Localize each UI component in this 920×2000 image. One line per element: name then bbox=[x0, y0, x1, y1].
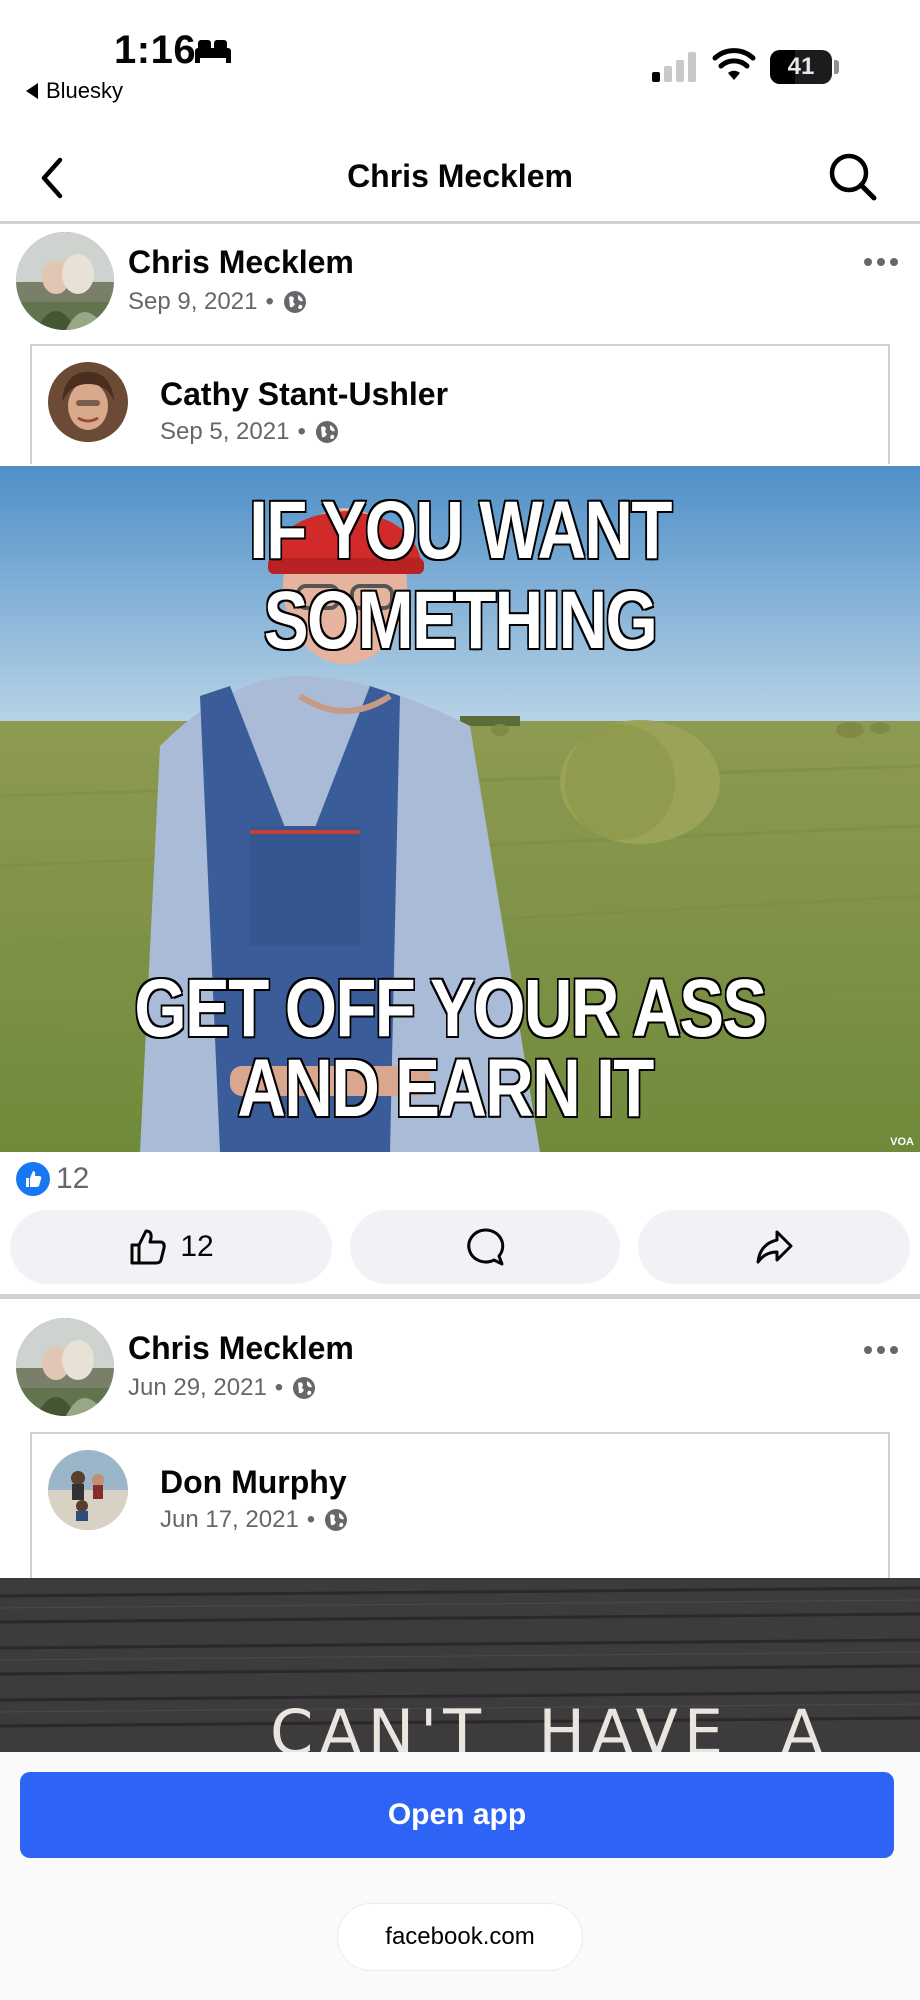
avatar[interactable] bbox=[16, 1318, 114, 1416]
post-image[interactable]: CAN'T HAVE A bbox=[0, 1578, 920, 1752]
url-bar[interactable]: facebook.com bbox=[338, 1904, 582, 1970]
post-divider bbox=[0, 1294, 920, 1299]
post-meta: Sep 9, 2021 • bbox=[128, 288, 308, 316]
letterboard-text: CAN'T HAVE A bbox=[270, 1696, 829, 1752]
cellular-signal-icon bbox=[652, 50, 696, 82]
back-triangle-icon bbox=[26, 83, 38, 99]
meta-dot: • bbox=[306, 1506, 316, 1533]
like-reaction-icon bbox=[16, 1162, 50, 1196]
post-date[interactable]: Sep 9, 2021 bbox=[128, 288, 257, 316]
post-meta: Jun 29, 2021 • bbox=[128, 1374, 317, 1402]
post-card: Chris Mecklem Jun 29, 2021 • Don Murphy … bbox=[0, 1300, 920, 1752]
reaction-count: 12 bbox=[56, 1162, 90, 1195]
post-card: Chris Mecklem Sep 9, 2021 • Cathy Stant-… bbox=[0, 228, 920, 1298]
meta-dot: • bbox=[297, 418, 306, 445]
post-image[interactable]: IF YOU WANT SOMETHING GET OFF YOUR ASS A… bbox=[0, 466, 920, 1152]
back-to-app-link[interactable]: Bluesky bbox=[26, 78, 123, 104]
battery-cap bbox=[834, 60, 839, 74]
globe-icon bbox=[283, 291, 306, 313]
image-watermark: VOA bbox=[890, 1136, 914, 1148]
page-header: Chris Mecklem bbox=[0, 130, 920, 224]
shared-meta: Jun 17, 2021 • bbox=[160, 1506, 349, 1534]
meta-dot: • bbox=[265, 288, 274, 315]
shared-date[interactable]: Jun 17, 2021 bbox=[160, 1506, 299, 1534]
battery-indicator: 41 bbox=[770, 50, 832, 84]
globe-icon bbox=[293, 1377, 316, 1399]
more-options-icon[interactable] bbox=[864, 1346, 898, 1354]
open-app-button[interactable]: Open app bbox=[20, 1772, 894, 1858]
shared-post-box: Don Murphy Jun 17, 2021 • bbox=[30, 1432, 890, 1588]
post-date[interactable]: Jun 29, 2021 bbox=[128, 1374, 267, 1402]
status-time: 1:16 bbox=[114, 28, 197, 72]
meme-top-text: IF YOU WANT SOMETHING bbox=[248, 484, 674, 667]
sleep-mode-icon bbox=[195, 40, 231, 63]
like-button[interactable]: 12 bbox=[10, 1210, 332, 1284]
back-app-label: Bluesky bbox=[46, 78, 124, 103]
globe-icon bbox=[315, 421, 338, 443]
avatar[interactable] bbox=[16, 232, 114, 330]
avatar[interactable] bbox=[48, 362, 128, 442]
shared-post-box: Cathy Stant-Ushler Sep 5, 2021 • bbox=[30, 344, 890, 464]
battery-percent: 41 bbox=[787, 53, 815, 80]
shared-author-name[interactable]: Don Murphy bbox=[160, 1464, 347, 1501]
status-bar: 1:16 Bluesky 41 bbox=[0, 0, 920, 120]
shared-meta: Sep 5, 2021 • bbox=[160, 418, 340, 446]
meme-bottom-text-1: GET OFF YOUR ASS bbox=[133, 963, 768, 1054]
meme-bottom-text-2: AND EARN IT bbox=[236, 1043, 655, 1134]
share-button[interactable] bbox=[638, 1210, 910, 1284]
share-icon bbox=[756, 1230, 793, 1264]
thumbs-up-icon bbox=[130, 1229, 166, 1265]
reaction-summary[interactable]: 12 bbox=[16, 1162, 89, 1196]
page-title: Chris Mecklem bbox=[347, 158, 573, 194]
meta-dot: • bbox=[274, 1374, 284, 1401]
shared-date[interactable]: Sep 5, 2021 bbox=[160, 418, 289, 446]
post-author-name[interactable]: Chris Mecklem bbox=[128, 244, 354, 281]
wifi-icon bbox=[712, 48, 756, 80]
search-icon[interactable] bbox=[828, 152, 878, 202]
globe-icon bbox=[325, 1509, 348, 1531]
avatar[interactable] bbox=[48, 1450, 128, 1530]
comment-button[interactable] bbox=[350, 1210, 620, 1284]
more-options-icon[interactable] bbox=[864, 258, 898, 266]
like-button-count: 12 bbox=[180, 1230, 214, 1263]
comment-icon bbox=[467, 1228, 505, 1266]
shared-author-name[interactable]: Cathy Stant-Ushler bbox=[160, 376, 448, 413]
post-author-name[interactable]: Chris Mecklem bbox=[128, 1330, 354, 1367]
